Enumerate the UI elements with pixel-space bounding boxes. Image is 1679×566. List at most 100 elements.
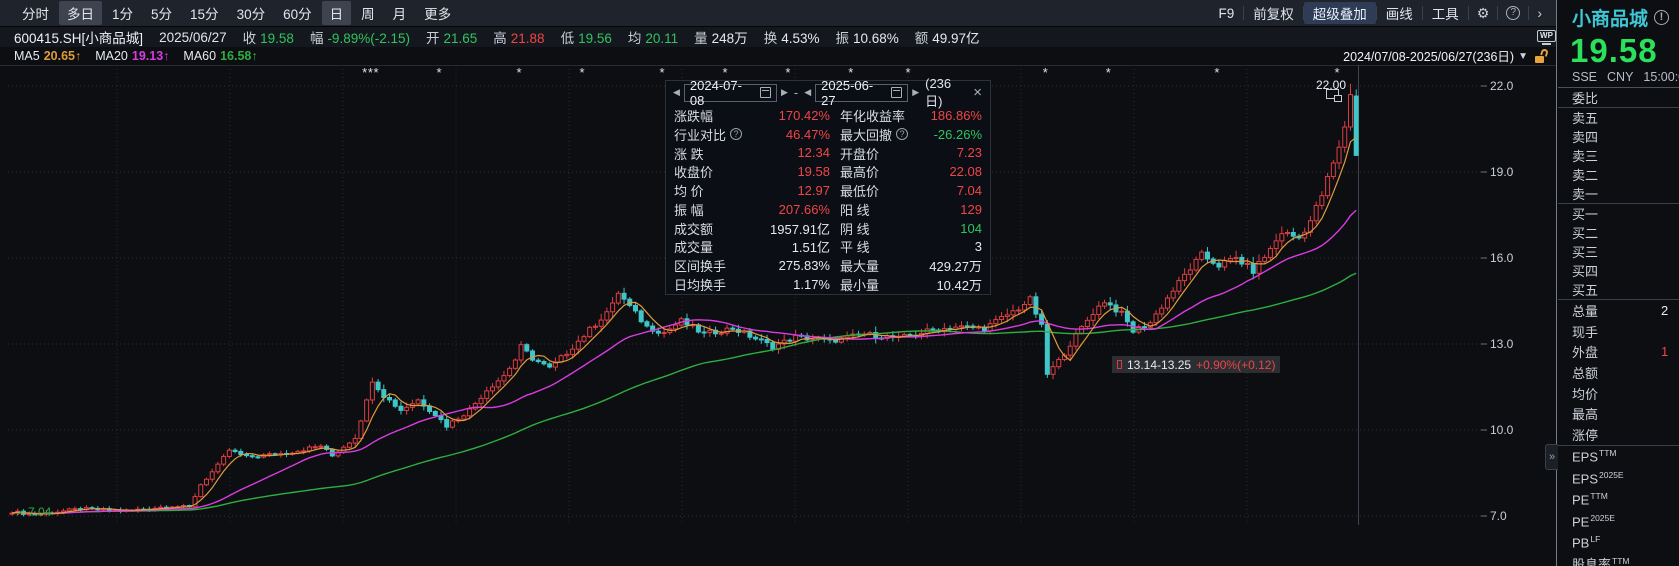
stat-row[interactable]: 现手 bbox=[1558, 321, 1679, 342]
svg-text:*: * bbox=[517, 65, 522, 80]
stat-row[interactable]: 涨停 bbox=[1558, 424, 1679, 445]
stat-label: 成交额 bbox=[674, 219, 754, 238]
metric-row[interactable]: PBLF bbox=[1558, 531, 1679, 552]
stat-label: 成交量 bbox=[674, 237, 754, 256]
field-label: 换 bbox=[764, 31, 778, 46]
period-tab[interactable]: 1分 bbox=[104, 1, 141, 25]
prev-date-arrow[interactable]: ◀ bbox=[672, 87, 681, 98]
metric-row[interactable]: EPSTTM bbox=[1558, 446, 1679, 467]
alert-info-icon[interactable]: ! bbox=[1654, 10, 1669, 25]
date-range-label[interactable]: 2024/07/08-2025/06/27(236日) bbox=[1343, 46, 1514, 66]
stat-row[interactable]: 最高 bbox=[1558, 403, 1679, 424]
stat-label: 最大量 bbox=[840, 256, 922, 275]
svg-text:7.0: 7.0 bbox=[1490, 509, 1507, 523]
wp-monitor-icon[interactable]: WP bbox=[1537, 30, 1556, 45]
next-date-arrow[interactable]: ▶ bbox=[911, 87, 920, 98]
chevron-down-icon[interactable]: ▼ bbox=[1518, 51, 1528, 62]
period-tab[interactable]: 更多 bbox=[416, 1, 459, 25]
help-icon[interactable]: ? bbox=[1506, 6, 1520, 20]
sell-level-row[interactable]: 卖三 bbox=[1558, 146, 1679, 165]
period-tab[interactable]: 60分 bbox=[275, 1, 320, 25]
stat-row[interactable]: 总量2 bbox=[1558, 300, 1679, 321]
stat-row[interactable]: 总额 bbox=[1558, 362, 1679, 383]
sell-level-row[interactable]: 卖一 bbox=[1558, 184, 1679, 203]
toolbar-button[interactable]: F9 bbox=[1210, 5, 1244, 22]
field-value: 21.88 bbox=[511, 31, 545, 46]
stat-label: 涨 跌 bbox=[674, 144, 754, 163]
quote-fields: 收19.58幅-9.89%(-2.15)开21.65高21.88低19.56均2… bbox=[227, 27, 980, 47]
sell-level-row[interactable]: 卖五 bbox=[1558, 108, 1679, 127]
range-low-marker: 7.04 bbox=[16, 505, 51, 519]
candle-icon bbox=[1117, 360, 1122, 369]
period-tab[interactable]: 5分 bbox=[143, 1, 180, 25]
metric-row[interactable]: EPS2025E bbox=[1558, 467, 1679, 488]
gear-icon[interactable]: ⚙ bbox=[1469, 5, 1498, 22]
buy-level-row[interactable]: 买五 bbox=[1558, 280, 1679, 299]
stat-label: 区间换手 bbox=[674, 256, 754, 275]
stat-value: 7.23 bbox=[922, 145, 982, 160]
buy-label: 买三 bbox=[1572, 242, 1598, 261]
stat-value: 46.47% bbox=[754, 127, 830, 142]
field-label: 高 bbox=[493, 31, 507, 46]
toolbar-button[interactable]: 超级叠加 bbox=[1304, 2, 1376, 24]
stat-label: 涨停 bbox=[1572, 425, 1598, 444]
sell-level-row[interactable]: 卖四 bbox=[1558, 127, 1679, 146]
stat-label: 均价 bbox=[1572, 384, 1598, 403]
period-tab[interactable]: 30分 bbox=[229, 1, 274, 25]
stat-value: 10.42万 bbox=[922, 275, 982, 294]
metric-row[interactable]: 股息率TTM bbox=[1558, 553, 1679, 566]
metric-row[interactable]: PE2025E bbox=[1558, 510, 1679, 531]
question-icon[interactable]: ? bbox=[730, 128, 742, 140]
metric-row[interactable]: PETTM bbox=[1558, 489, 1679, 510]
period-tab[interactable]: 周 bbox=[353, 1, 383, 25]
buy-level-row[interactable]: 买二 bbox=[1558, 223, 1679, 242]
sell-level-row[interactable]: 卖二 bbox=[1558, 165, 1679, 184]
chevron-right-icon[interactable]: › bbox=[1529, 5, 1550, 21]
field-value: 49.97亿 bbox=[932, 31, 979, 46]
quote-field: 量248万 bbox=[694, 27, 748, 47]
stat-value: 7.04 bbox=[922, 183, 982, 198]
calendar-icon bbox=[760, 87, 771, 98]
toolbar-button[interactable]: 工具 bbox=[1423, 2, 1468, 24]
collapse-panel-tab[interactable]: » bbox=[1545, 444, 1558, 470]
field-label: 振 bbox=[835, 31, 849, 46]
svg-text:19.0: 19.0 bbox=[1490, 165, 1514, 179]
pane-divider[interactable] bbox=[1556, 0, 1557, 566]
buy-level-row[interactable]: 买三 bbox=[1558, 242, 1679, 261]
buy-level-row[interactable]: 买四 bbox=[1558, 261, 1679, 280]
stat-label: 振 幅 bbox=[674, 200, 754, 219]
close-icon[interactable]: × bbox=[971, 84, 984, 101]
period-tab[interactable]: 日 bbox=[322, 1, 352, 25]
stat-label: 最高价 bbox=[840, 162, 922, 181]
svg-text:22.0: 22.0 bbox=[1490, 79, 1514, 93]
next-date-arrow[interactable]: ▶ bbox=[780, 87, 789, 98]
sidebar-row-ratio[interactable]: 委比 bbox=[1558, 88, 1679, 107]
question-icon[interactable]: ? bbox=[896, 128, 908, 140]
popup-header: ◀ 2024-07-08 ▶ - ◀ 2025-06-27 ▶ (236日) × bbox=[666, 81, 990, 104]
ma-bar: MA520.65↑MA2019.13↑MA6016.58↑ 2024/07/08… bbox=[0, 47, 1556, 65]
toolbar-button[interactable]: 前复权 bbox=[1244, 2, 1303, 24]
popup-row: 成交量1.51亿平 线3 bbox=[674, 238, 982, 257]
period-tab[interactable]: 月 bbox=[385, 1, 415, 25]
stat-row[interactable]: 均价 bbox=[1558, 383, 1679, 404]
start-date-picker[interactable]: 2024-07-08 bbox=[684, 84, 777, 102]
stat-label: 现手 bbox=[1572, 322, 1598, 341]
buy-level-row[interactable]: 买一 bbox=[1558, 204, 1679, 223]
screenshot-window-icon[interactable] bbox=[1326, 89, 1339, 99]
period-tab[interactable]: 分时 bbox=[14, 1, 57, 25]
toolbar-button[interactable]: 画线 bbox=[1377, 2, 1422, 24]
quote-field: 额49.97亿 bbox=[915, 27, 980, 47]
stat-row[interactable]: 外盘1 bbox=[1558, 341, 1679, 362]
stat-value: 12.97 bbox=[754, 183, 830, 198]
period-tab[interactable]: 15分 bbox=[182, 1, 227, 25]
field-value: 20.11 bbox=[645, 31, 678, 46]
metric-label: PE2025E bbox=[1572, 513, 1615, 529]
period-tab[interactable]: 多日 bbox=[59, 1, 102, 25]
field-label: 收 bbox=[243, 31, 257, 46]
prev-date-arrow[interactable]: ◀ bbox=[803, 87, 812, 98]
end-date-picker[interactable]: 2025-06-27 bbox=[815, 84, 908, 102]
stat-label: 最低价 bbox=[840, 181, 922, 200]
unlock-icon[interactable] bbox=[1535, 49, 1548, 63]
stat-value: -26.26% bbox=[922, 127, 982, 142]
exchange-row: SSE CNY 15:00:0 bbox=[1572, 70, 1679, 84]
